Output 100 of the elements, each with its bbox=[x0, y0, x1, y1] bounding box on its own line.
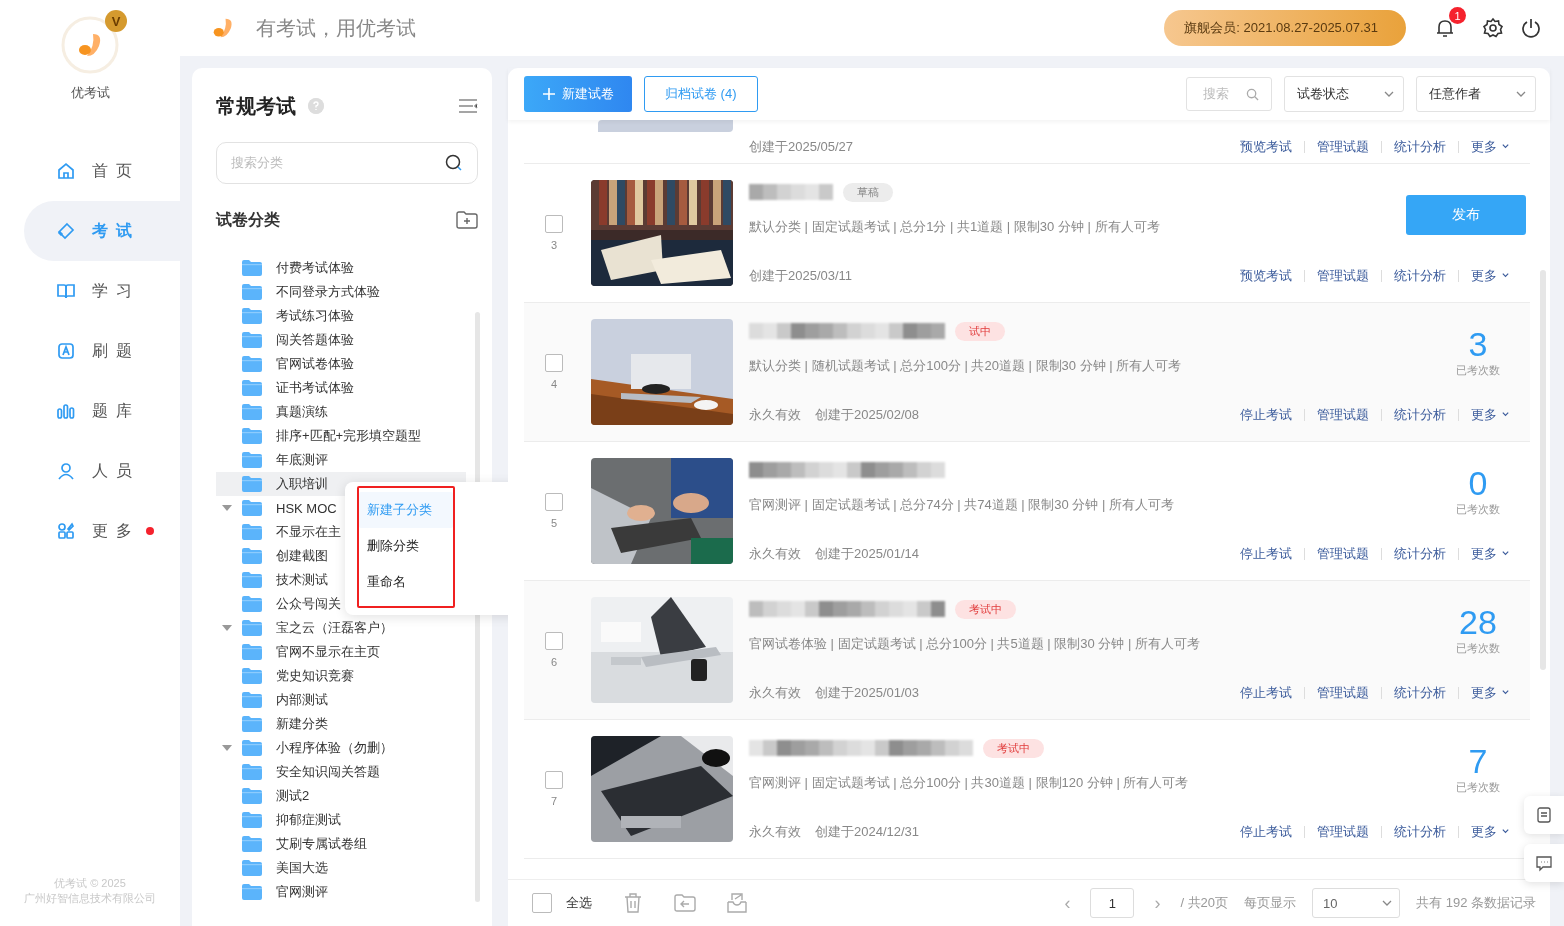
expand-caret-icon[interactable] bbox=[222, 625, 232, 631]
status-select[interactable]: 试卷状态 bbox=[1284, 76, 1404, 112]
nav-item[interactable]: 题 库 bbox=[24, 381, 180, 441]
action-link[interactable]: 更多 bbox=[1471, 406, 1510, 424]
category-item[interactable]: 抑郁症测试 bbox=[216, 808, 466, 832]
folder-icon bbox=[242, 692, 262, 708]
action-link[interactable]: 停止考试 bbox=[1240, 406, 1293, 424]
bars-icon bbox=[56, 401, 76, 421]
select-all-checkbox[interactable] bbox=[532, 893, 552, 913]
collapse-icon[interactable] bbox=[458, 98, 478, 114]
category-item[interactable]: 年底测评 bbox=[216, 448, 466, 472]
page-input[interactable]: 1 bbox=[1090, 888, 1135, 918]
slogan: 有考试，用优考试 bbox=[256, 15, 416, 41]
select-all-label[interactable]: 全选 bbox=[566, 894, 592, 912]
bell-icon[interactable] bbox=[1434, 17, 1456, 39]
folder-icon bbox=[242, 500, 262, 516]
action-link[interactable]: 停止考试 bbox=[1240, 545, 1293, 563]
category-item[interactable]: 闯关答题体验 bbox=[216, 328, 466, 352]
action-link[interactable]: 统计分析 bbox=[1394, 138, 1447, 156]
category-item[interactable]: 美国大选 bbox=[216, 856, 466, 880]
category-item[interactable]: 官网不显示在主页 bbox=[216, 640, 466, 664]
book-icon bbox=[56, 281, 76, 301]
action-link[interactable]: 统计分析 bbox=[1394, 267, 1447, 285]
nav-item[interactable]: 人 员 bbox=[24, 441, 180, 501]
row-checkbox[interactable] bbox=[545, 354, 563, 372]
folder-icon bbox=[242, 404, 262, 420]
action-link[interactable]: 管理试题 bbox=[1317, 823, 1370, 841]
exam-details: 官网测评 | 固定试题考试 | 总分74分 | 共74道题 | 限制30 分钟 | 所有人可考 bbox=[749, 496, 1174, 514]
add-folder-icon[interactable] bbox=[456, 211, 478, 229]
folder-arrow-icon[interactable] bbox=[674, 892, 696, 914]
document-button[interactable] bbox=[1524, 796, 1564, 834]
category-item[interactable]: 官网试卷体验 bbox=[216, 352, 466, 376]
category-item[interactable]: 小程序体验（勿删） bbox=[216, 736, 466, 760]
row-checkbox[interactable] bbox=[545, 632, 563, 650]
chat-button[interactable] bbox=[1524, 844, 1564, 882]
author-select[interactable]: 任意作者 bbox=[1416, 76, 1536, 112]
action-link[interactable]: 管理试题 bbox=[1317, 138, 1370, 156]
category-item[interactable]: 艾刷专属试卷组 bbox=[216, 832, 466, 856]
action-link[interactable]: 更多 bbox=[1471, 545, 1510, 563]
row-number: 7 bbox=[550, 795, 558, 807]
category-item[interactable]: 新建分类 bbox=[216, 712, 466, 736]
category-item[interactable]: 宝之云（汪磊客户） bbox=[216, 616, 466, 640]
attempt-count-label: 已考次数 bbox=[1456, 363, 1500, 378]
attempt-count: 0 bbox=[1468, 464, 1488, 502]
row-checkbox[interactable] bbox=[545, 771, 563, 789]
category-item[interactable]: 证书考试体验 bbox=[216, 376, 466, 400]
letter-a-icon bbox=[56, 341, 76, 361]
attempt-count-label: 已考次数 bbox=[1456, 780, 1500, 795]
action-link[interactable]: 管理试题 bbox=[1317, 545, 1370, 563]
status-badge: 考试中 bbox=[983, 738, 1044, 758]
action-link[interactable]: 统计分析 bbox=[1394, 684, 1447, 702]
menu-item[interactable]: 删除分类 bbox=[359, 528, 453, 564]
page-size-select[interactable]: 10 bbox=[1312, 888, 1401, 918]
nav-item[interactable]: 首 页 bbox=[24, 141, 180, 201]
row-checkbox[interactable] bbox=[545, 493, 563, 511]
settings-icon[interactable] bbox=[1482, 17, 1504, 39]
category-item[interactable]: 官网测评 bbox=[216, 880, 466, 904]
expand-caret-icon[interactable] bbox=[222, 745, 232, 751]
category-item[interactable]: 真题演练 bbox=[216, 400, 466, 424]
nav-item[interactable]: 刷 题 bbox=[24, 321, 180, 381]
category-item[interactable]: 内部测试 bbox=[216, 688, 466, 712]
expand-caret-icon[interactable] bbox=[222, 505, 232, 511]
category-item[interactable]: 排序+匹配+完形填空题型 bbox=[216, 424, 466, 448]
category-item[interactable]: 安全知识闯关答题 bbox=[216, 760, 466, 784]
action-link[interactable]: 管理试题 bbox=[1317, 406, 1370, 424]
caret-icon bbox=[1501, 410, 1510, 419]
action-link[interactable]: 停止考试 bbox=[1240, 684, 1293, 702]
action-link[interactable]: 停止考试 bbox=[1240, 823, 1293, 841]
category-item[interactable]: 测试2 bbox=[216, 784, 466, 808]
nav-item[interactable]: 更 多 bbox=[24, 501, 180, 561]
caret-icon bbox=[1501, 827, 1510, 836]
action-link[interactable]: 预览考试 bbox=[1240, 138, 1293, 156]
validity-text: 永久有效 bbox=[749, 545, 801, 563]
chat-icon bbox=[1535, 854, 1553, 872]
action-link[interactable]: 更多 bbox=[1471, 684, 1510, 702]
action-link[interactable]: 统计分析 bbox=[1394, 406, 1447, 424]
folder-icon bbox=[242, 812, 262, 828]
caret-icon bbox=[1501, 688, 1510, 697]
action-link[interactable]: 统计分析 bbox=[1394, 823, 1447, 841]
action-link[interactable]: 管理试题 bbox=[1317, 267, 1370, 285]
action-link[interactable]: 更多 bbox=[1471, 267, 1510, 285]
app-logo bbox=[212, 17, 234, 39]
category-item[interactable]: 党史知识竞赛 bbox=[216, 664, 466, 688]
plus-icon bbox=[542, 87, 556, 101]
action-link[interactable]: 预览考试 bbox=[1240, 267, 1293, 285]
action-link[interactable]: 管理试题 bbox=[1317, 684, 1370, 702]
action-link[interactable]: 统计分析 bbox=[1394, 545, 1447, 563]
row-checkbox[interactable] bbox=[545, 215, 563, 233]
action-link[interactable]: 更多 bbox=[1471, 823, 1510, 841]
folder-icon bbox=[242, 860, 262, 876]
category-item[interactable]: 付费考试体验 bbox=[216, 256, 466, 280]
exam-details: 官网试卷体验 | 固定试题考试 | 总分100分 | 共5道题 | 限制30 分钟 | 所有人可考 bbox=[749, 635, 1200, 653]
exam-details: 官网测评 | 固定试题考试 | 总分100分 | 共30道题 | 限制120 分钟 | 所有人可考 bbox=[749, 774, 1189, 792]
power-icon[interactable] bbox=[1520, 17, 1542, 39]
trash-icon[interactable] bbox=[622, 892, 644, 914]
action-link[interactable]: 更多 bbox=[1471, 138, 1510, 156]
nav-item[interactable]: 学 习 bbox=[24, 261, 180, 321]
archive-icon[interactable] bbox=[726, 892, 748, 914]
category-item[interactable]: 考试练习体验 bbox=[216, 304, 466, 328]
category-item[interactable]: 不同登录方式体验 bbox=[216, 280, 466, 304]
